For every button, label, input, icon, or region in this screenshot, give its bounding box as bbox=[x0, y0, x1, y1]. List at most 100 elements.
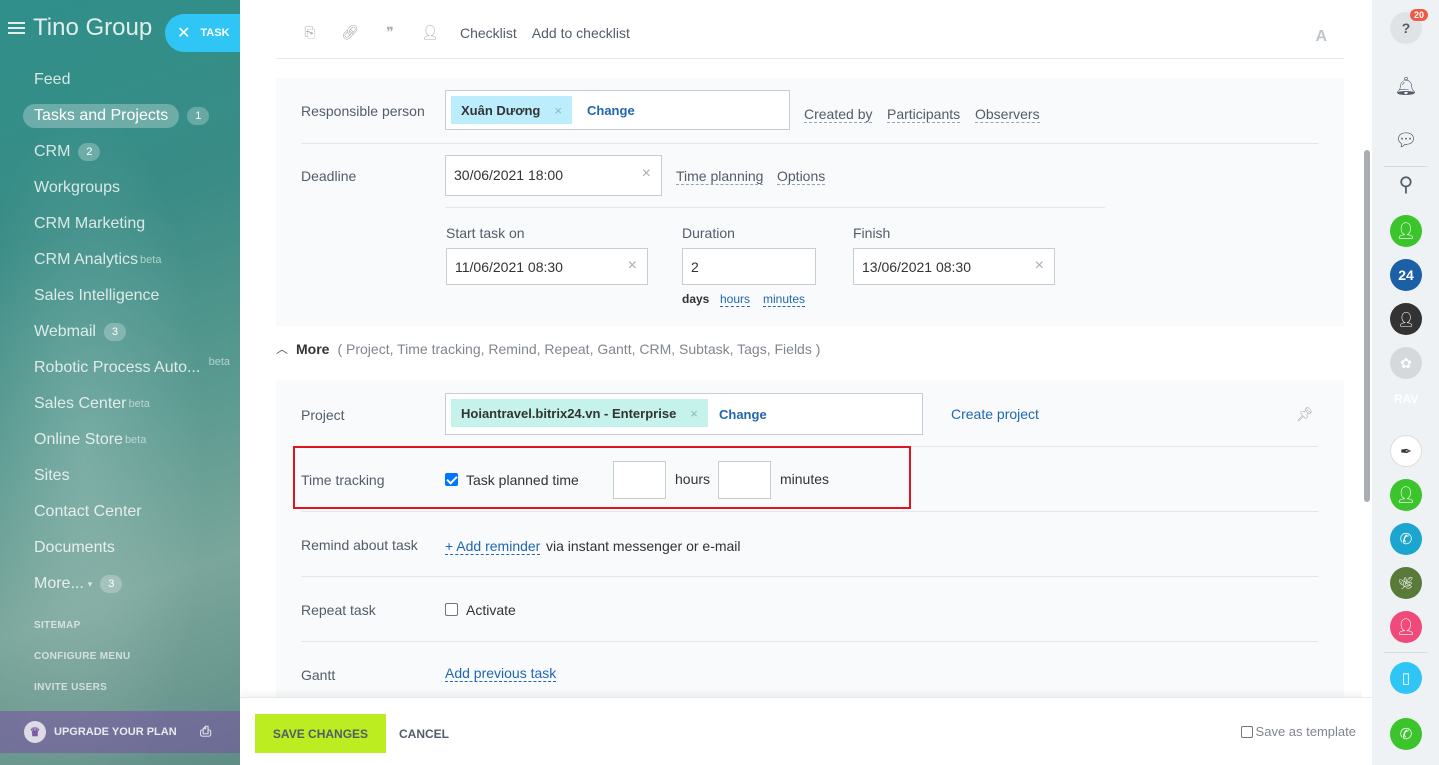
help-badge: 20 bbox=[1410, 9, 1429, 21]
upgrade-plan-button[interactable]: ♛ UPGRADE YOUR PLAN ⎙ bbox=[0, 711, 240, 753]
sidebar-item-crm[interactable]: CRM 2 bbox=[0, 134, 240, 170]
sidebar-item-label: Feed bbox=[34, 71, 71, 88]
finish-date-input[interactable]: 13/06/2021 08:30 × bbox=[853, 248, 1055, 285]
responsible-chip: Xuân Dương × bbox=[451, 96, 572, 124]
options-link[interactable]: Options bbox=[777, 168, 826, 185]
deadline-label: Deadline bbox=[301, 168, 357, 184]
duration-unit-minutes[interactable]: minutes bbox=[763, 292, 806, 307]
text-format-icon[interactable]: A bbox=[1315, 28, 1327, 46]
sidebar-item-sales-intelligence[interactable]: Sales Intelligence bbox=[0, 278, 240, 314]
counter-badge: 2 bbox=[78, 143, 101, 161]
close-task-button[interactable]: ✕ TASK bbox=[165, 14, 240, 52]
save-changes-button[interactable]: SAVE CHANGES bbox=[255, 714, 386, 753]
clear-icon[interactable]: × bbox=[1035, 257, 1044, 275]
invite-users-link[interactable]: INVITE USERS bbox=[34, 682, 130, 713]
sidebar-item-workgroups[interactable]: Workgroups bbox=[0, 170, 240, 206]
clear-icon[interactable]: × bbox=[642, 165, 651, 183]
create-project-link[interactable]: Create project bbox=[951, 406, 1039, 422]
b24-icon[interactable]: 24 bbox=[1390, 259, 1422, 291]
contact-avatar-icon[interactable]: 👤︎ bbox=[1390, 479, 1422, 511]
sidebar-item-webmail[interactable]: Webmail 3 bbox=[0, 314, 240, 350]
repeat-activate-checkbox[interactable] bbox=[445, 603, 458, 616]
add-previous-task-link[interactable]: Add previous task bbox=[445, 665, 557, 682]
sidebar-item-sales-center[interactable]: Sales Center beta bbox=[0, 386, 240, 422]
start-date-input[interactable]: 11/06/2021 08:30 × bbox=[446, 248, 648, 285]
user-avatar-icon[interactable]: ✿ bbox=[1390, 347, 1422, 379]
start-date-value: 11/06/2021 08:30 bbox=[455, 259, 563, 275]
sidebar-item-crm-marketing[interactable]: CRM Marketing bbox=[0, 206, 240, 242]
rav-avatar-label[interactable]: RAV bbox=[1394, 392, 1418, 406]
created-by-link[interactable]: Created by bbox=[804, 106, 873, 123]
cancel-button[interactable]: CANCEL bbox=[399, 727, 449, 741]
brand-name[interactable]: Tino Group bbox=[33, 14, 152, 42]
user-avatar-icon[interactable]: 👤︎ bbox=[1390, 303, 1422, 335]
participants-link[interactable]: Participants bbox=[887, 106, 961, 123]
add-to-checklist-button[interactable]: Add to checklist bbox=[532, 25, 630, 41]
checklist-button[interactable]: Checklist bbox=[460, 25, 517, 41]
more-toggle[interactable]: ︿ More ( Project, Time tracking, Remind,… bbox=[276, 340, 820, 357]
scrollbar-thumb[interactable] bbox=[1364, 150, 1370, 502]
sidebar-item-label: Documents bbox=[34, 539, 115, 556]
mobile-icon[interactable]: ▯ bbox=[1390, 662, 1422, 694]
responsible-change-button[interactable]: Change bbox=[587, 103, 635, 118]
observers-link[interactable]: Observers bbox=[975, 106, 1040, 123]
sidebar-item-contact-center[interactable]: Contact Center bbox=[0, 494, 240, 530]
project-field[interactable]: Hoiantravel.bitrix24.vn - Enterprise × C… bbox=[445, 393, 923, 435]
clear-icon[interactable]: × bbox=[628, 257, 637, 275]
contact-avatar-icon[interactable]: 👤︎ bbox=[1390, 215, 1422, 247]
sidebar-item-tasks[interactable]: Tasks and Projects 1 bbox=[0, 98, 240, 134]
row-divider bbox=[301, 576, 1318, 577]
sidebar-item-more[interactable]: More... ▾ 3 bbox=[0, 566, 240, 602]
chat-icon[interactable]: 💬︎ bbox=[1390, 124, 1422, 156]
file-upload-icon[interactable]: ⎘ bbox=[300, 24, 320, 41]
configure-menu-link[interactable]: CONFIGURE MENU bbox=[34, 651, 130, 682]
sidebar: Tino Group ✕ TASK Feed Tasks and Project… bbox=[0, 0, 240, 765]
sitemap-link[interactable]: SITEMAP bbox=[34, 620, 130, 651]
save-as-template[interactable]: Save as template bbox=[1240, 724, 1356, 739]
sidebar-item-label: Tasks and Projects bbox=[23, 104, 180, 128]
call-icon[interactable]: ✆ bbox=[1390, 718, 1422, 750]
pin-icon[interactable]: 📌︎ bbox=[1296, 406, 1314, 423]
sidebar-item-label: Workgroups bbox=[34, 179, 120, 196]
sidebar-nav: Feed Tasks and Projects 1 CRM 2 Workgroups… bbox=[0, 62, 240, 602]
finish-label: Finish bbox=[853, 225, 891, 241]
sidebar-item-rpa[interactable]: Robotic Process Auto... beta bbox=[0, 350, 240, 386]
contact-avatar-icon[interactable]: 👤︎ bbox=[1390, 611, 1422, 643]
user-avatar-icon[interactable]: 🌿︎ bbox=[1390, 567, 1422, 599]
project-chip-name: Hoiantravel.bitrix24.vn - Enterprise bbox=[461, 405, 677, 421]
bell-icon[interactable]: 🔔︎ bbox=[1390, 70, 1422, 102]
mention-user-icon[interactable]: 👤︎ bbox=[420, 24, 440, 41]
sidebar-item-label: More... bbox=[34, 575, 84, 592]
duration-label: Duration bbox=[682, 225, 735, 241]
quote-icon[interactable]: ❞ bbox=[380, 24, 400, 41]
repeat-label: Repeat task bbox=[301, 602, 376, 618]
duration-unit-hours[interactable]: hours bbox=[720, 292, 751, 307]
upgrade-label: UPGRADE YOUR PLAN bbox=[54, 726, 177, 738]
duration-input[interactable]: 2 bbox=[682, 248, 816, 285]
search-icon[interactable]: ⚲ bbox=[1390, 168, 1422, 200]
responsible-field[interactable]: Xuân Dương × Change bbox=[445, 90, 790, 130]
remove-chip-icon[interactable]: × bbox=[690, 406, 698, 421]
brand: Tino Group bbox=[8, 14, 152, 42]
link-icon[interactable]: 🔗︎ bbox=[340, 24, 360, 41]
remove-chip-icon[interactable]: × bbox=[554, 103, 562, 118]
sidebar-item-online-store[interactable]: Online Store beta bbox=[0, 422, 240, 458]
sidebar-item-crm-analytics[interactable]: CRM Analytics beta bbox=[0, 242, 240, 278]
deadline-input[interactable]: 30/06/2021 18:00 × bbox=[445, 155, 662, 196]
gantt-label: Gantt bbox=[301, 667, 336, 683]
sidebar-item-documents[interactable]: Documents bbox=[0, 530, 240, 566]
duration-unit-days[interactable]: days bbox=[682, 292, 709, 306]
sidebar-item-feed[interactable]: Feed bbox=[0, 62, 240, 98]
user-avatar-icon[interactable]: ✒ bbox=[1390, 435, 1422, 467]
printer-icon[interactable]: ⎙ bbox=[200, 723, 216, 739]
sidebar-item-sites[interactable]: Sites bbox=[0, 458, 240, 494]
time-planning-link[interactable]: Time planning bbox=[676, 168, 764, 185]
add-reminder-link[interactable]: + Add reminder bbox=[445, 538, 541, 555]
project-change-button[interactable]: Change bbox=[719, 407, 767, 422]
hamburger-icon[interactable] bbox=[8, 21, 25, 35]
start-label: Start task on bbox=[446, 225, 525, 241]
phone-icon[interactable]: ✆ bbox=[1390, 523, 1422, 555]
chevron-up-icon: ︿ bbox=[276, 342, 289, 356]
sidebar-item-label: Sales Center bbox=[34, 395, 127, 412]
save-template-checkbox[interactable] bbox=[1240, 725, 1253, 738]
